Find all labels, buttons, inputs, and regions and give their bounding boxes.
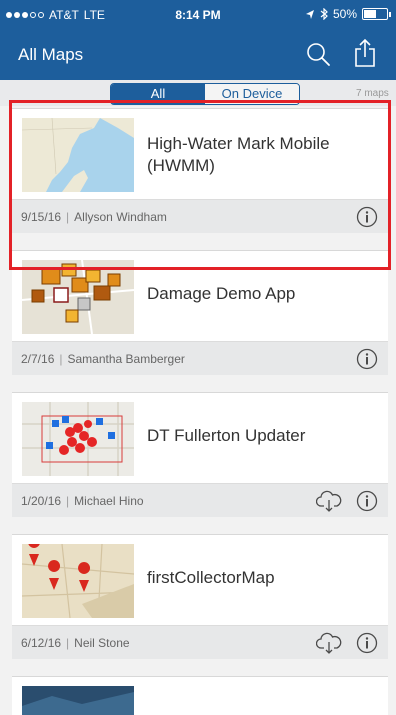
cloud-download-icon[interactable]: [316, 631, 342, 655]
map-date: 6/12/16: [21, 636, 62, 650]
map-owner: Michael Hino: [74, 494, 144, 508]
meta-divider: |: [66, 494, 70, 508]
map-thumbnail: [22, 118, 134, 192]
segmented-control: All On Device: [110, 83, 300, 105]
map-date: 2/7/16: [21, 352, 55, 366]
map-thumbnail: [22, 544, 134, 618]
meta-divider: |: [66, 210, 70, 224]
card-footer: 1/20/16 | Michael Hino: [12, 483, 388, 517]
card-meta: 1/20/16 | Michael Hino: [21, 494, 144, 508]
location-arrow-icon: [305, 9, 314, 19]
status-bar: AT&T LTE 8:14 PM 50%: [0, 0, 396, 30]
navigation-bar: All Maps: [0, 30, 396, 80]
map-title: firstCollectorMap: [147, 568, 275, 587]
card-meta: 2/7/16 | Samantha Bamberger: [21, 352, 185, 366]
map-title: High-Water Mark Mobile (HWMM): [147, 134, 330, 175]
map-card[interactable]: Damage Demo App 2/7/16 | Samantha Bamberge…: [12, 250, 388, 375]
segment-all[interactable]: All: [111, 84, 205, 104]
cloud-download-icon[interactable]: [316, 489, 342, 513]
page-title: All Maps: [18, 45, 84, 64]
map-card-partial[interactable]: [12, 676, 388, 715]
card-meta: 9/15/16 | Allyson Windham: [21, 210, 167, 224]
map-owner: Allyson Windham: [74, 210, 167, 224]
battery-icon: [362, 8, 391, 20]
info-icon[interactable]: [356, 632, 378, 654]
map-title: Damage Demo App: [147, 284, 296, 303]
search-icon[interactable]: [305, 41, 331, 67]
meta-divider: |: [59, 352, 63, 366]
map-thumbnail: [22, 402, 134, 476]
info-icon[interactable]: [356, 206, 378, 228]
battery-percent: 50%: [332, 7, 357, 21]
map-thumbnail: [22, 260, 134, 334]
card-footer: 9/15/16 | Allyson Windham: [12, 199, 388, 233]
filter-bar: All On Device 7 maps: [0, 80, 396, 106]
map-card[interactable]: DT Fullerton Updater 1/20/16 | Michael Hin…: [12, 392, 388, 517]
card-meta: 6/12/16 | Neil Stone: [21, 636, 130, 650]
info-icon[interactable]: [356, 490, 378, 512]
share-icon[interactable]: [353, 38, 377, 68]
map-owner: Neil Stone: [74, 636, 130, 650]
bluetooth-icon: [320, 8, 328, 20]
map-count: 7 maps: [356, 88, 389, 99]
map-date: 1/20/16: [21, 494, 62, 508]
segment-on-device[interactable]: On Device: [205, 84, 299, 104]
map-date: 9/15/16: [21, 210, 62, 224]
map-title: DT Fullerton Updater: [147, 426, 306, 445]
map-card[interactable]: High-Water Mark Mobile (HWMM) 9/15/16 | Al…: [12, 108, 388, 233]
card-footer: 6/12/16 | Neil Stone: [12, 625, 388, 659]
card-footer: 2/7/16 | Samantha Bamberger: [12, 341, 388, 375]
meta-divider: |: [66, 636, 70, 650]
info-icon[interactable]: [356, 348, 378, 370]
map-owner: Samantha Bamberger: [67, 352, 185, 366]
map-card[interactable]: firstCollectorMap 6/12/16 | Neil Stone: [12, 534, 388, 659]
map-thumbnail: [22, 686, 134, 715]
status-right-group: 50%: [305, 7, 391, 21]
